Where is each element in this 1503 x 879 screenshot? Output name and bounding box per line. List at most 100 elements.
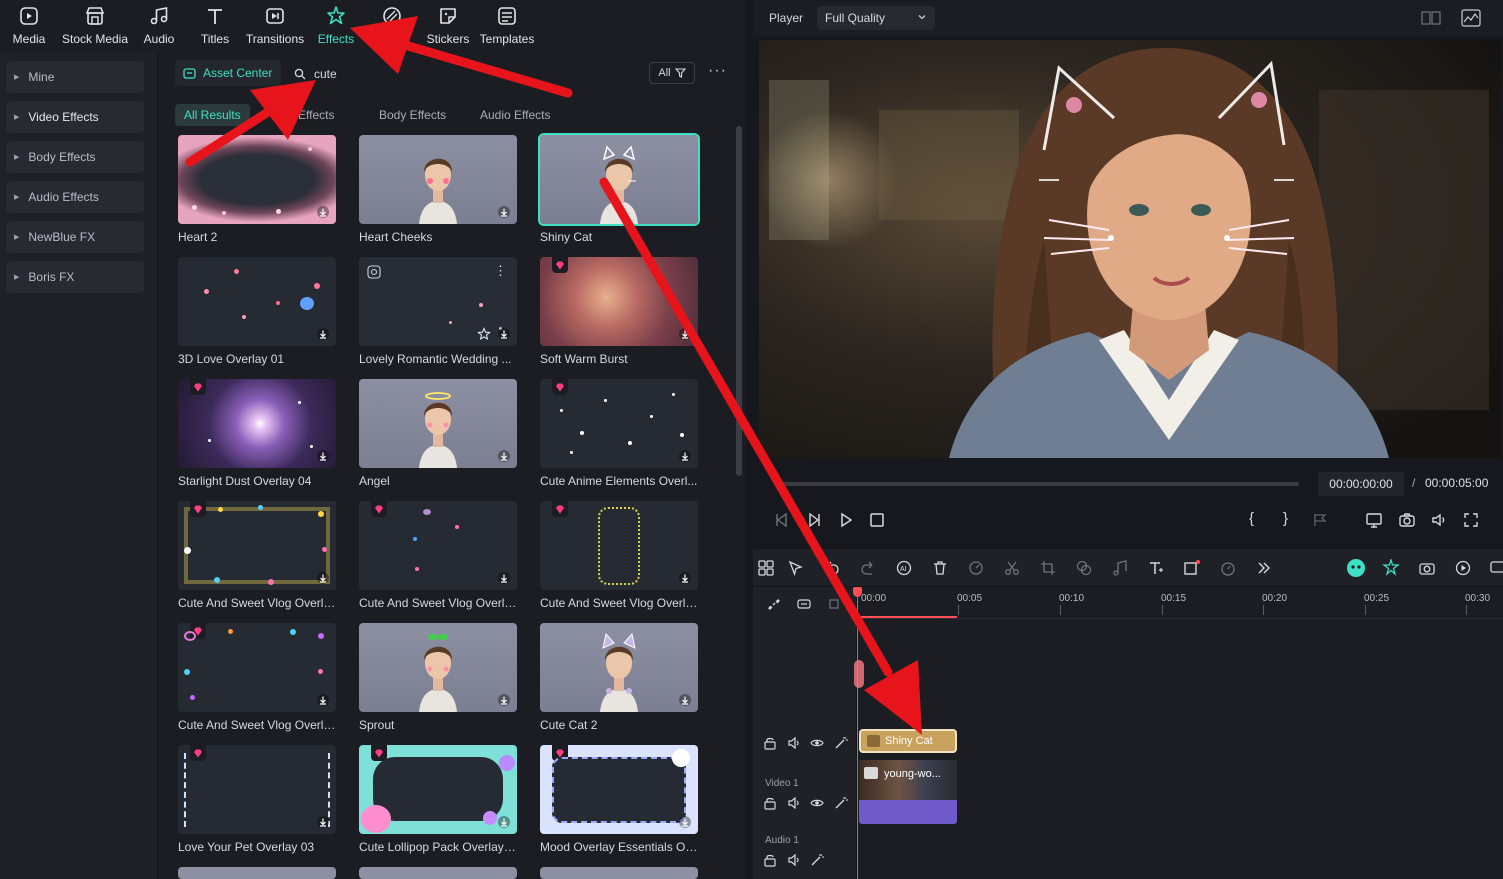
- camera-record-icon[interactable]: [1418, 559, 1436, 577]
- tab-all-results[interactable]: All Results: [175, 104, 250, 126]
- playback-progress-bar[interactable]: [777, 482, 1299, 486]
- voiceover-icon[interactable]: [1454, 559, 1472, 577]
- playhead-drag-handle[interactable]: [854, 660, 864, 688]
- more-options-icon[interactable]: ···: [708, 62, 727, 80]
- preview-icon[interactable]: [367, 265, 381, 279]
- lock-icon[interactable]: [763, 736, 777, 750]
- color-icon[interactable]: [1075, 559, 1093, 577]
- tab-stock-media[interactable]: Stock Media: [58, 0, 132, 52]
- download-icon[interactable]: [497, 327, 511, 341]
- stop-icon[interactable]: [868, 511, 886, 529]
- sidebar-item-boris-fx[interactable]: ▶ Boris FX: [6, 261, 144, 293]
- magic-wand-icon[interactable]: [834, 796, 848, 810]
- download-icon[interactable]: [316, 815, 330, 829]
- text-tool-icon[interactable]: [1147, 559, 1165, 577]
- download-icon[interactable]: [497, 205, 511, 219]
- add-track-icon[interactable]: [829, 597, 843, 611]
- grid-view-icon[interactable]: [1421, 10, 1441, 26]
- eye-icon[interactable]: [810, 796, 824, 810]
- playhead-handle[interactable]: [853, 587, 862, 597]
- effect-card-starlight-dust[interactable]: Starlight Dust Overlay 04: [178, 379, 336, 488]
- tab-effects[interactable]: Effects: [314, 0, 358, 52]
- effect-card-cute-sweet-vlog-4[interactable]: Cute And Sweet Vlog Overla...: [178, 623, 336, 732]
- download-icon[interactable]: [678, 327, 692, 341]
- effect-card-lovely-romantic-wedding[interactable]: ⋮ Lovely Romantic Wedding ...: [359, 257, 517, 366]
- sidebar-item-video-effects[interactable]: ▶ Video Effects: [6, 101, 144, 133]
- effect-card-love-your-pet[interactable]: Love Your Pet Overlay 03: [178, 745, 336, 854]
- fullscreen-icon[interactable]: [1462, 511, 1480, 529]
- sidebar-item-audio-effects[interactable]: ▶ Audio Effects: [6, 181, 144, 213]
- layout-grid-icon[interactable]: [757, 559, 775, 577]
- effect-card-cute-sweet-vlog-1[interactable]: Cute And Sweet Vlog Overla...: [178, 501, 336, 610]
- asset-center-button[interactable]: Asset Center: [175, 60, 281, 86]
- effect-card-partial[interactable]: [178, 867, 336, 879]
- undo-icon[interactable]: [823, 559, 841, 577]
- effect-card-angel[interactable]: Angel: [359, 379, 517, 488]
- download-icon[interactable]: [678, 693, 692, 707]
- sidebar-item-mine[interactable]: ▶ Mine: [6, 61, 144, 93]
- download-icon[interactable]: [497, 693, 511, 707]
- eye-icon[interactable]: [810, 736, 824, 750]
- delete-icon[interactable]: [931, 559, 949, 577]
- select-tool-icon[interactable]: [787, 559, 805, 577]
- ai-assistant-icon[interactable]: [1346, 558, 1366, 578]
- link-icon[interactable]: [767, 597, 781, 611]
- effect-card-partial[interactable]: [540, 867, 698, 879]
- effect-card-partial[interactable]: [359, 867, 517, 879]
- filter-dropdown[interactable]: All: [649, 62, 695, 84]
- volume-icon[interactable]: [1430, 511, 1448, 529]
- effect-card-soft-warm-burst[interactable]: Soft Warm Burst: [540, 257, 698, 366]
- effect-card-cute-cat-2[interactable]: Cute Cat 2: [540, 623, 698, 732]
- sidebar-item-newblue-fx[interactable]: ▶ NewBlue FX: [6, 221, 144, 253]
- download-icon[interactable]: [316, 449, 330, 463]
- ai-tool-icon[interactable]: AI: [895, 559, 913, 577]
- download-icon[interactable]: [678, 815, 692, 829]
- tab-body-effects[interactable]: Body Effects: [379, 104, 446, 126]
- download-icon[interactable]: [497, 815, 511, 829]
- tab-stickers[interactable]: Stickers: [424, 0, 472, 52]
- sidebar-item-body-effects[interactable]: ▶ Body Effects: [6, 141, 144, 173]
- display-icon[interactable]: [1365, 511, 1383, 529]
- effect-card-cute-sweet-vlog-3[interactable]: Cute And Sweet Vlog Overla...: [540, 501, 698, 610]
- effect-card-heart-cheeks[interactable]: Heart Cheeks: [359, 135, 517, 244]
- scopes-icon[interactable]: [1461, 9, 1481, 27]
- video-clip[interactable]: young-wo...: [859, 760, 957, 824]
- play-icon[interactable]: [837, 511, 855, 529]
- browser-scrollbar[interactable]: [736, 126, 742, 476]
- lock-icon[interactable]: [763, 853, 777, 867]
- marker-icon[interactable]: [1311, 511, 1329, 529]
- search-input[interactable]: cute: [294, 64, 337, 84]
- snapshot-icon[interactable]: [1398, 511, 1416, 529]
- crop-icon[interactable]: [1039, 559, 1057, 577]
- effect-card-cute-lollipop-pack[interactable]: Cute Lollipop Pack Overlay 01: [359, 745, 517, 854]
- effect-card-sprout[interactable]: Sprout: [359, 623, 517, 732]
- mark-in-icon[interactable]: {: [1249, 510, 1254, 527]
- tab-audio[interactable]: Audio: [138, 0, 180, 52]
- magic-wand-icon[interactable]: [810, 853, 824, 867]
- mark-out-icon[interactable]: }: [1283, 510, 1288, 527]
- speed-icon[interactable]: [967, 559, 985, 577]
- timeline-ruler[interactable]: 00:00 00:05 00:10 00:15 00:20 00:25 00:3…: [857, 587, 1503, 619]
- effect-card-cute-sweet-vlog-2[interactable]: Cute And Sweet Vlog Overla...: [359, 501, 517, 610]
- download-icon[interactable]: [316, 693, 330, 707]
- video-preview[interactable]: [759, 40, 1501, 458]
- speaker-icon[interactable]: [787, 736, 801, 750]
- tab-filters[interactable]: [372, 0, 412, 52]
- tab-templates[interactable]: Templates: [478, 0, 536, 52]
- next-frame-icon[interactable]: [805, 511, 823, 529]
- download-icon[interactable]: [316, 571, 330, 585]
- effect-card-heart-2[interactable]: Heart 2: [178, 135, 336, 244]
- effect-card-cute-anime-elements[interactable]: Cute Anime Elements Overl...: [540, 379, 698, 488]
- track-manager-icon[interactable]: [797, 597, 811, 611]
- tab-audio-effects[interactable]: Audio Effects: [480, 104, 551, 126]
- lock-icon[interactable]: [763, 796, 777, 810]
- download-icon[interactable]: [497, 571, 511, 585]
- download-icon[interactable]: [497, 449, 511, 463]
- previous-frame-icon[interactable]: [773, 511, 791, 529]
- render-icon[interactable]: [1382, 559, 1400, 577]
- comment-icon[interactable]: [1489, 559, 1503, 577]
- tab-titles[interactable]: Titles: [194, 0, 236, 52]
- tab-video-effects[interactable]: o Effects: [288, 104, 334, 126]
- download-icon[interactable]: [678, 571, 692, 585]
- more-vertical-icon[interactable]: ⋮: [494, 263, 507, 279]
